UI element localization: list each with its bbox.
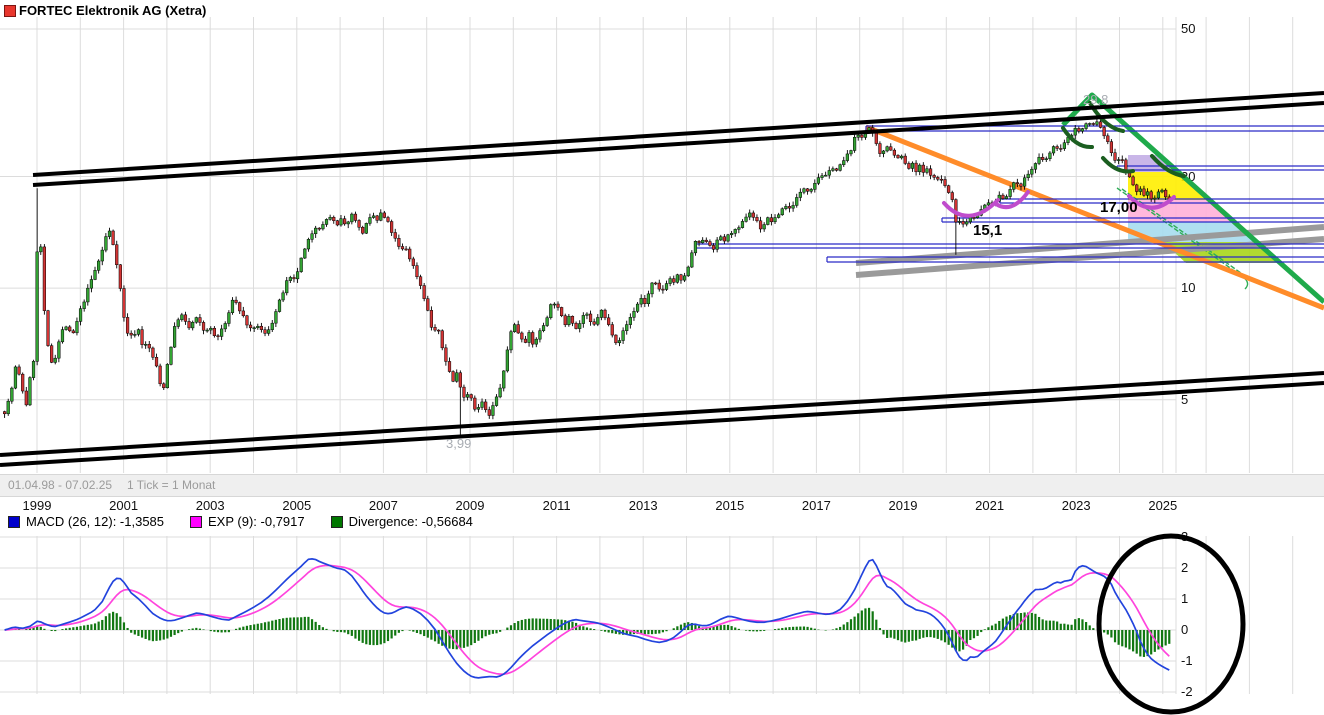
legend-item-exp: EXP (9): -0,7917	[190, 514, 305, 529]
macd-swatch-icon	[8, 516, 20, 528]
chart-window: FORTEC Elektronik AG (Xetra) 01.04.98 - …	[0, 0, 1324, 715]
macd-legend-label: MACD (26, 12): -1,3585	[26, 514, 164, 529]
low-price-label: 3,99	[446, 436, 471, 451]
high-price-label: 29,8	[1083, 92, 1108, 107]
tick-interval-label: 1 Tick = 1 Monat	[127, 478, 215, 492]
exp-legend-label: EXP (9): -0,7917	[208, 514, 305, 529]
price-level-label-151: 15,1	[973, 222, 1002, 239]
macd-legend: MACD (26, 12): -1,3585 EXP (9): -0,7917 …	[8, 514, 473, 529]
price-level-label-17: 17,00	[1100, 199, 1138, 216]
date-range-label: 01.04.98 - 07.02.25	[8, 478, 112, 492]
exp-swatch-icon	[190, 516, 202, 528]
divergence-swatch-icon	[331, 516, 343, 528]
chart-title: FORTEC Elektronik AG (Xetra)	[19, 3, 206, 18]
legend-item-macd: MACD (26, 12): -1,3585	[8, 514, 164, 529]
legend-item-divergence: Divergence: -0,56684	[331, 514, 473, 529]
chart-canvas[interactable]	[0, 0, 1324, 715]
divergence-legend-label: Divergence: -0,56684	[349, 514, 473, 529]
instrument-icon	[4, 5, 16, 17]
